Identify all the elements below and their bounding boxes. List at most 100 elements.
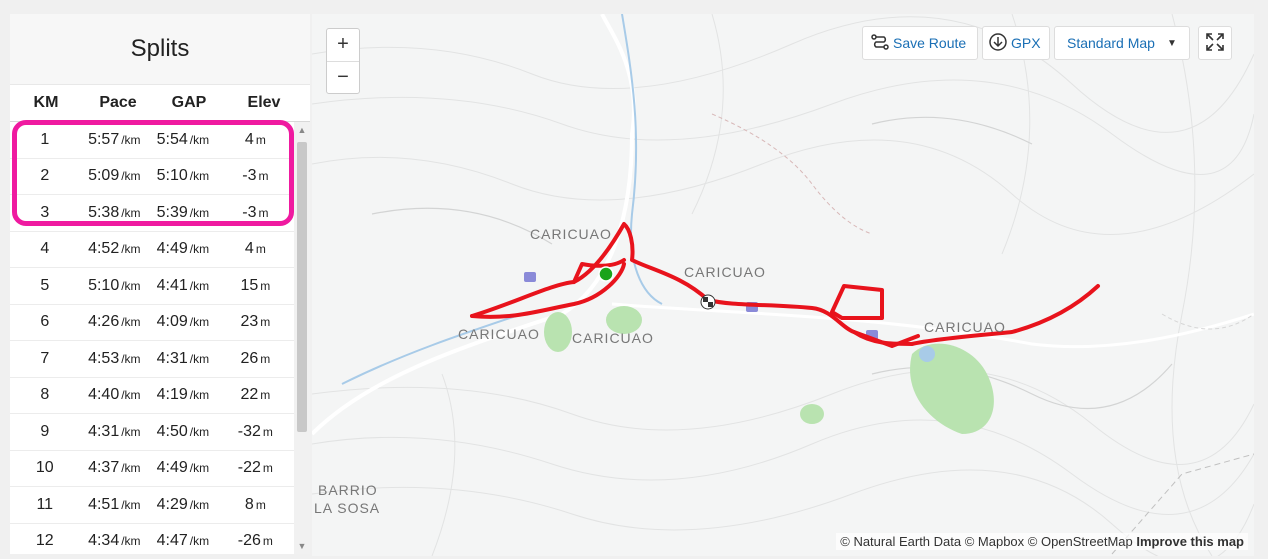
save-route-button[interactable]: Save Route: [862, 26, 978, 60]
split-gap: 4:31/km: [149, 350, 217, 368]
split-gap: 5:54/km: [149, 131, 217, 149]
split-elev-value: 8: [244, 495, 254, 513]
gap-unit: /km: [189, 242, 210, 257]
split-elev-value: -3: [242, 167, 257, 185]
gpx-button[interactable]: GPX: [982, 26, 1050, 60]
split-gap-value: 4:09: [156, 313, 188, 331]
split-gap-value: 4:41: [156, 276, 188, 294]
split-elev-value: 4: [244, 240, 254, 258]
split-gap-value: 5:10: [156, 167, 188, 185]
gap-unit: /km: [189, 169, 210, 184]
elev-unit: m: [262, 534, 273, 549]
pace-unit: /km: [121, 497, 141, 512]
split-gap: 4:49/km: [149, 240, 217, 258]
caret-down-icon: ▼: [1166, 37, 1177, 49]
split-elev: 23 m: [217, 313, 294, 331]
pace-unit: /km: [121, 351, 141, 366]
split-gap: 4:29/km: [149, 496, 217, 514]
finish-marker: [700, 294, 716, 310]
elev-unit: m: [260, 388, 271, 403]
pace-unit: /km: [121, 278, 141, 293]
gap-unit: /km: [189, 424, 210, 439]
elev-unit: m: [260, 278, 271, 293]
zoom-out-button[interactable]: −: [327, 62, 359, 94]
split-pace: 4:52/km: [80, 240, 150, 258]
split-gap-value: 4:47: [156, 532, 188, 550]
split-km: 4: [40, 240, 50, 258]
split-pace: 5:38/km: [80, 204, 150, 222]
split-gap: 4:50/km: [149, 423, 217, 441]
split-gap-value: 4:49: [156, 240, 188, 258]
gap-unit: /km: [189, 497, 210, 512]
pace-unit: /km: [121, 242, 141, 257]
map-base: [312, 14, 1254, 556]
scroll-up-icon[interactable]: ▲: [294, 122, 310, 138]
split-elev-value: -26: [237, 532, 261, 550]
split-elev-value: -3: [242, 203, 257, 221]
split-pace: 4:40/km: [80, 386, 150, 404]
improve-map-link[interactable]: Improve this map: [1136, 534, 1244, 549]
split-gap: 4:41/km: [149, 277, 217, 295]
elev-unit: m: [258, 205, 269, 220]
split-km: 1: [40, 130, 50, 148]
pace-unit: /km: [121, 169, 141, 184]
split-pace: 4:37/km: [80, 459, 150, 477]
split-pace: 4:34/km: [80, 532, 150, 550]
map-label: LA SOSA: [314, 500, 381, 516]
col-elev: Elev: [247, 94, 281, 111]
scroll-thumb[interactable]: [297, 142, 307, 432]
pace-unit: /km: [121, 132, 141, 147]
split-elev: 4m: [217, 240, 294, 258]
split-elev-value: -22: [237, 459, 261, 477]
split-pace-value: 4:52: [88, 240, 120, 258]
split-row: 3 5:38/km 5:39/km -3 m: [10, 195, 294, 232]
fullscreen-icon: [1206, 32, 1224, 54]
split-gap-value: 5:39: [156, 203, 188, 221]
elev-unit: m: [258, 169, 269, 184]
col-pace: Pace: [99, 94, 137, 111]
split-gap-value: 4:31: [156, 349, 188, 367]
zoom-in-button[interactable]: +: [327, 29, 359, 62]
split-row: 10 4:37/km 4:49/km -22 m: [10, 451, 294, 487]
gap-unit: /km: [189, 205, 210, 220]
map-label: CARICUAO: [572, 330, 654, 346]
elev-unit: m: [255, 132, 266, 147]
split-pace-value: 4:26: [88, 313, 120, 331]
elev-unit: m: [260, 315, 271, 330]
split-pace: 4:31/km: [80, 423, 150, 441]
map-style-select[interactable]: Standard Map ▼: [1054, 26, 1190, 60]
start-marker: [598, 266, 614, 282]
split-elev-value: -32: [237, 422, 261, 440]
split-km: 9: [40, 422, 50, 440]
route-icon: [871, 33, 889, 53]
route-map[interactable]: CARICUAO CARICUAO CARICUAO CARICUAO CARI…: [312, 14, 1254, 556]
split-pace-value: 4:31: [88, 422, 120, 440]
split-elev-value: 22: [240, 386, 259, 404]
map-style-label: Standard Map: [1067, 35, 1155, 51]
split-pace-value: 5:57: [88, 130, 120, 148]
split-gap-value: 4:49: [156, 459, 188, 477]
splits-rows: 1 5:57/km 5:54/km 4 m 2 5:09/km 5:10/km -3 m 3 5:38…: [10, 122, 294, 554]
fullscreen-button[interactable]: [1198, 26, 1232, 60]
split-elev: -32 m: [217, 423, 294, 441]
split-row: 7 4:53/km 4:31/km 26 m: [10, 341, 294, 378]
split-elev: 4m: [217, 131, 294, 149]
split-elev: -22 m: [217, 459, 294, 477]
attribution-text[interactable]: © Natural Earth Data © Mapbox © OpenStre…: [840, 534, 1132, 549]
split-row: 9 4:31/km 4:50/km -32 m: [10, 414, 294, 451]
split-elev: 26 m: [217, 350, 294, 368]
split-elev: -26 m: [217, 532, 294, 550]
split-elev: -3 m: [217, 204, 294, 222]
split-gap: 4:19/km: [149, 386, 217, 404]
gap-unit: /km: [189, 315, 210, 330]
split-pace-value: 4:51: [88, 495, 120, 513]
splits-scrollbar[interactable]: ▲ ▼: [294, 122, 310, 554]
split-gap: 4:09/km: [149, 313, 217, 331]
gap-unit: /km: [189, 351, 210, 366]
split-gap-value: 4:29: [156, 495, 188, 513]
split-pace: 5:10/km: [80, 277, 150, 295]
split-row: 12 4:34/km 4:47/km -26 m: [10, 524, 294, 555]
split-elev: 8m: [217, 496, 294, 514]
scroll-down-icon[interactable]: ▼: [294, 538, 310, 554]
map-label: BARRIO: [318, 482, 378, 498]
